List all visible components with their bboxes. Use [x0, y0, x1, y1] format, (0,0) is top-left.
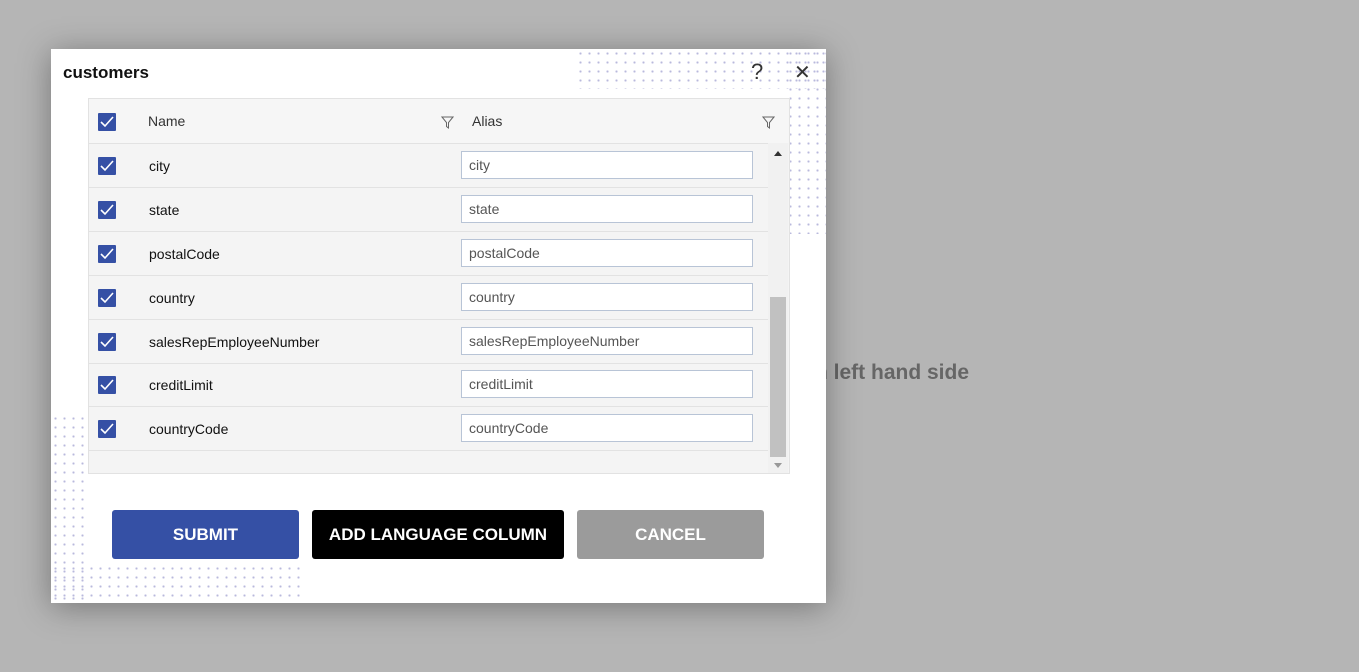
dot-pattern [51, 564, 301, 603]
add-language-column-button[interactable]: ADD LANGUAGE COLUMN [312, 510, 564, 559]
alias-input[interactable] [461, 238, 753, 267]
submit-button[interactable]: SUBMIT [112, 510, 299, 559]
columns-grid: addressLine2 city state postalCode count… [88, 98, 790, 474]
alias-filter-icon[interactable] [762, 116, 775, 129]
scroll-up-arrow-icon[interactable] [774, 151, 782, 156]
background-hint-text: n left hand side [815, 361, 970, 384]
dialog-title: customers [63, 63, 149, 82]
column-name: countryCode [149, 421, 229, 438]
table-row: creditLimit [89, 363, 768, 408]
table-row: city [89, 144, 768, 188]
column-name: state [149, 201, 180, 218]
scrollbar-thumb[interactable] [770, 297, 786, 457]
alias-input[interactable] [461, 370, 753, 399]
row-checkbox[interactable] [98, 200, 116, 219]
alias-input[interactable] [461, 194, 753, 223]
cancel-button[interactable]: CANCEL [577, 510, 764, 559]
alias-input[interactable] [461, 150, 753, 179]
name-filter-icon[interactable] [441, 116, 454, 129]
row-checkbox[interactable] [98, 156, 116, 175]
table-row: state [89, 188, 768, 232]
alias-input[interactable] [461, 414, 753, 443]
column-name: postalCode [149, 245, 220, 262]
table-row: postalCode [89, 232, 768, 276]
row-checkbox[interactable] [98, 376, 116, 395]
select-all-checkbox[interactable] [98, 113, 116, 131]
row-checkbox[interactable] [98, 288, 116, 307]
table-row: salesRepEmployeeNumber [89, 320, 768, 364]
close-icon[interactable]: ✕ [794, 60, 811, 85]
alias-column-header[interactable]: Alias [472, 113, 502, 129]
row-checkbox[interactable] [98, 332, 116, 351]
row-checkbox[interactable] [98, 420, 116, 439]
column-name: salesRepEmployeeNumber [149, 333, 320, 350]
help-icon[interactable]: ? [751, 59, 763, 85]
column-name: country [149, 289, 195, 306]
row-checkbox[interactable] [98, 244, 116, 263]
alias-input[interactable] [461, 326, 753, 355]
table-row: country [89, 276, 768, 320]
grid-scrollbar[interactable] [768, 143, 788, 473]
grid-header: Name Alias [89, 99, 789, 143]
name-column-header[interactable]: Name [148, 113, 185, 129]
alias-input[interactable] [461, 282, 753, 311]
customers-dialog: customers ? ✕ addressLine2 city state po… [51, 49, 826, 603]
scroll-down-arrow-icon[interactable] [774, 463, 782, 468]
column-name: creditLimit [149, 377, 213, 394]
table-row: countryCode [89, 407, 768, 452]
column-name: city [149, 157, 170, 174]
